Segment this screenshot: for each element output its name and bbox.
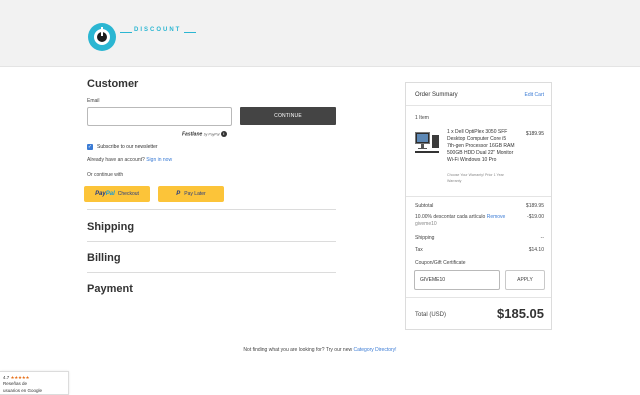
- divider: [87, 272, 336, 273]
- divider: [406, 105, 551, 106]
- subtotal-label: Subtotal: [415, 203, 434, 209]
- divider: [87, 241, 336, 242]
- fastlane-badge: Fastlane by PayPal i: [182, 131, 227, 137]
- paypal-p-icon: P: [176, 191, 181, 197]
- fastlane-label: Fastlane: [182, 131, 203, 138]
- tax-value: $14.10: [528, 247, 544, 253]
- paypal-checkout-button[interactable]: Pay Pal Checkout: [84, 186, 150, 202]
- coupon-input[interactable]: [414, 270, 500, 290]
- remove-coupon-link[interactable]: Remove: [487, 214, 506, 220]
- customer-heading: Customer: [87, 78, 139, 90]
- discount-value: -$19.00: [527, 214, 544, 220]
- product-image: [415, 130, 439, 156]
- subtotal-value: $189.95: [525, 203, 544, 209]
- star-icon: ★★★★★: [10, 375, 30, 380]
- category-directory-link[interactable]: Category Directory!: [353, 347, 396, 353]
- divider: [406, 297, 551, 298]
- info-icon[interactable]: i: [220, 131, 227, 137]
- divider: [406, 196, 551, 197]
- items-count: 1 Item: [415, 115, 429, 121]
- tax-label: Tax: [415, 247, 423, 253]
- sign-in-prompt: Already have an account? Sign in now: [87, 157, 172, 163]
- google-reviews-badge[interactable]: 4.7 ★★★★★ Reseñas de usuarios en Google: [0, 371, 69, 395]
- logo-line-left: [120, 32, 132, 33]
- or-continue-label: Or continue with: [87, 172, 124, 178]
- payment-heading[interactable]: Payment: [87, 283, 133, 295]
- newsletter-label: Subscribe to our newsletter: [97, 143, 158, 150]
- continue-button[interactable]: CONTINUE: [240, 107, 336, 125]
- footer-prompt-text: Not finding what you are looking for? Tr…: [243, 347, 353, 353]
- shipping-value: --: [540, 235, 544, 241]
- review-badge-line1: Reseñas de: [3, 381, 28, 386]
- product-option: Choose Your Warranty! Prior 1 Year Warra…: [447, 173, 504, 183]
- logo-text: DISCOUNT: [134, 27, 182, 33]
- fastlane-by: by PayPal: [203, 132, 220, 137]
- store-logo[interactable]: DISCOUNT: [88, 23, 200, 51]
- apply-coupon-button[interactable]: APPLY: [505, 270, 545, 290]
- order-summary: Order Summary Edit Cart 1 Item 1 x Dell …: [405, 82, 552, 330]
- email-label: Email: [87, 98, 100, 104]
- shipping-label: Shipping: [415, 235, 435, 241]
- product-price: $189.95: [525, 131, 544, 137]
- logo-line-right: [184, 32, 196, 33]
- total-value: $185.05: [497, 306, 544, 321]
- newsletter-row[interactable]: ✓ Subscribe to our newsletter: [87, 143, 158, 150]
- review-badge-line2: usuarios en Google: [3, 388, 43, 393]
- paypal-pay-later-button[interactable]: P Pay Later: [158, 186, 224, 202]
- sign-in-link[interactable]: Sign in now: [146, 157, 172, 163]
- billing-heading[interactable]: Billing: [87, 252, 121, 264]
- paypal-pal-text: Pal: [105, 191, 115, 197]
- site-header: DISCOUNT: [0, 0, 640, 67]
- account-prompt: Already have an account?: [87, 157, 145, 163]
- paypal-checkout-label: Checkout: [117, 191, 139, 197]
- applied-coupon-code: giveme10: [415, 221, 437, 227]
- product-name: 1 x Dell OptiPlex 3050 SFF Desktop Compu…: [447, 129, 515, 163]
- coupon-label: Coupon/Gift Certificate: [415, 260, 466, 266]
- footer-prompt: Not finding what you are looking for? Tr…: [0, 347, 640, 353]
- shipping-heading[interactable]: Shipping: [87, 221, 134, 233]
- divider: [87, 209, 336, 210]
- total-label: Total (USD): [415, 312, 447, 318]
- discount-row: 10.00% descontar cada artículo Remove gi…: [415, 214, 515, 228]
- logo-power-icon: [88, 23, 116, 51]
- newsletter-checkbox[interactable]: ✓: [87, 143, 93, 150]
- email-field[interactable]: [87, 107, 232, 126]
- pay-later-label: Pay Later: [184, 191, 206, 197]
- edit-cart-link[interactable]: Edit Cart: [525, 92, 544, 98]
- review-rating-value: 4.7: [3, 375, 10, 380]
- order-summary-title: Order Summary: [415, 92, 458, 98]
- discount-label: 10.00% descontar cada artículo: [415, 214, 486, 220]
- paypal-pay-text: Pay: [95, 191, 106, 197]
